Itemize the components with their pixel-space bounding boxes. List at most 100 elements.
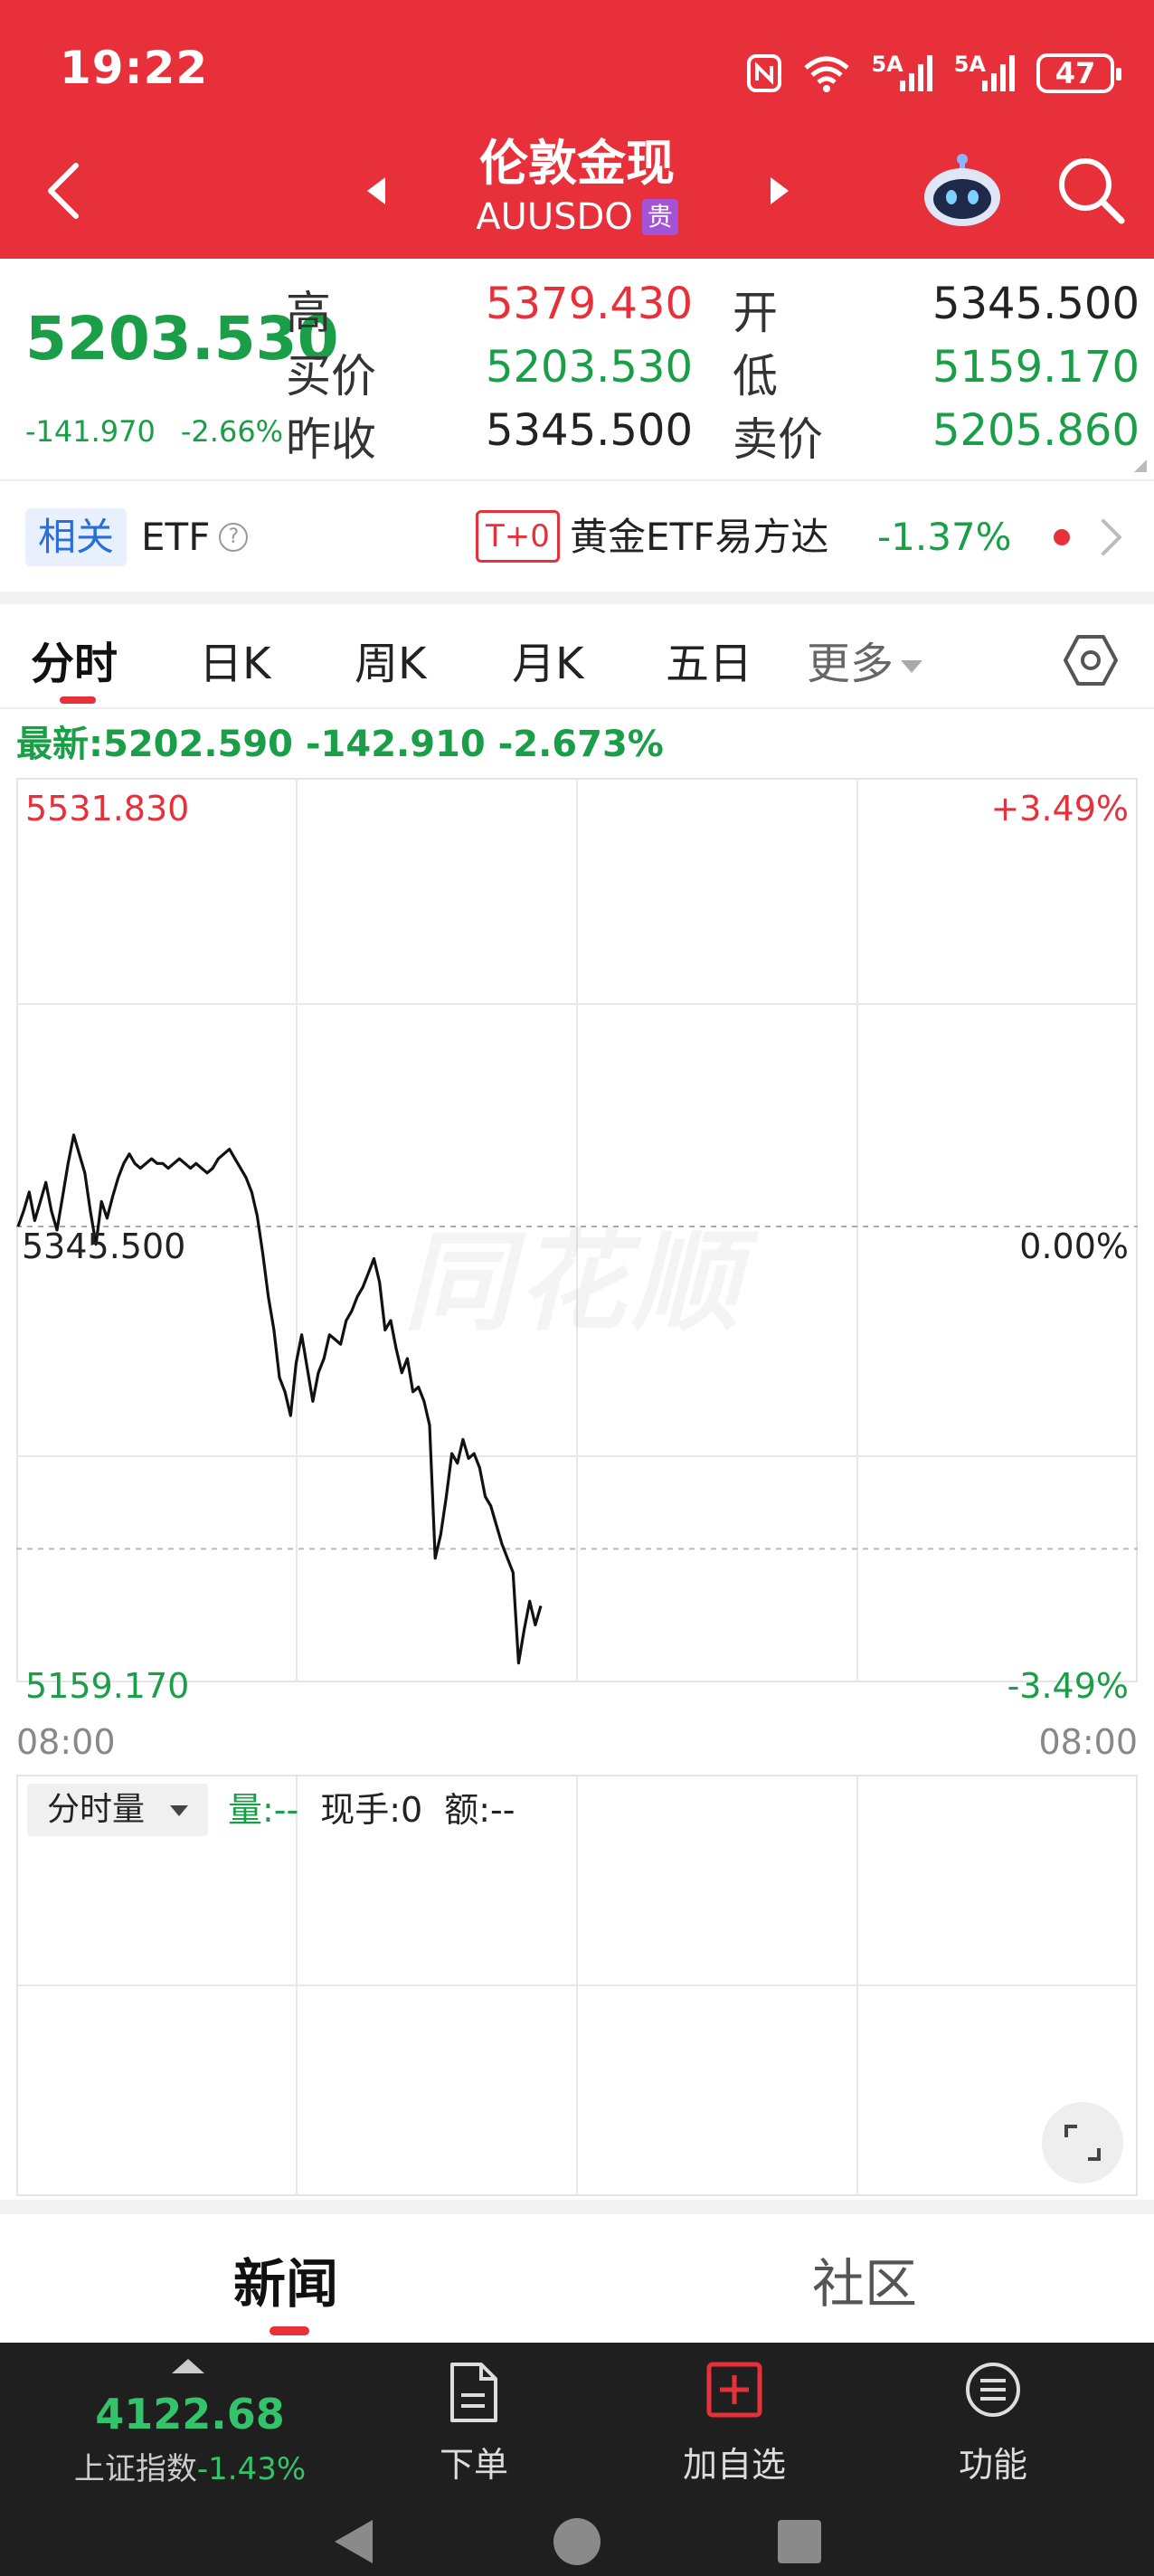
volume-indicator-select[interactable]: 分时量 [27, 1784, 208, 1836]
current-hand-value: 现手:0 [320, 1790, 423, 1830]
dropdown-arrow-icon [170, 1805, 188, 1816]
y-axis-min: 5159.170 [25, 1666, 190, 1706]
document-icon [450, 2363, 497, 2422]
battery-icon: 47 [1036, 53, 1121, 93]
nav-back-icon[interactable] [335, 2520, 373, 2563]
amount-value: 额:-- [444, 1790, 516, 1830]
label-ask: 卖价 [733, 413, 823, 466]
volume-indicator-label: 分时量 [47, 1791, 146, 1828]
value-bid: 5203.530 [485, 342, 693, 393]
volume-value: 量:-- [228, 1790, 299, 1830]
label-bid: 买价 [286, 350, 376, 402]
status-icons: 5A 5A 47 [746, 51, 1121, 96]
add-watchlist-button[interactable]: 加自选 [662, 2361, 807, 2485]
bottom-dock: 4122.68 上证指数-1.43% 下单 加自选 功能 [0, 2343, 1154, 2576]
ai-assistant-button[interactable] [919, 150, 1006, 230]
expand-up-icon [172, 2359, 204, 2373]
prev-instrument-button[interactable] [358, 168, 394, 213]
index-change: -1.43% [196, 2451, 307, 2487]
network-type-1: 5A [871, 52, 903, 77]
pct-axis-max: +3.49% [990, 789, 1129, 829]
wifi-icon [802, 53, 851, 93]
help-icon[interactable]: ? [219, 523, 249, 552]
tab-weekly-k[interactable]: 周K [355, 628, 426, 691]
latest-price-line: 最新:5202.590 -142.910 -2.673% [16, 724, 664, 765]
signal-icon-1: 5A [871, 52, 933, 93]
related-row[interactable]: 相关 ETF ? T+0 黄金ETF易方达 -1.37% [0, 483, 1154, 592]
change-value: -141.970 [25, 414, 156, 449]
price-change: -141.970 -2.66% [25, 414, 283, 449]
network-type-2: 5A [953, 52, 986, 77]
back-button[interactable] [36, 159, 90, 223]
notification-dot-icon [1054, 529, 1070, 545]
y-axis-max: 5531.830 [25, 789, 190, 829]
tab-more-label: 更多 [807, 639, 894, 689]
etf-filter[interactable]: ETF ? [141, 508, 249, 566]
search-icon [1059, 158, 1125, 224]
time-axis-start: 08:00 [16, 1722, 116, 1762]
separator [0, 592, 1154, 604]
tab-intraday[interactable]: 分时 [31, 628, 118, 691]
value-prev-close: 5345.500 [485, 405, 693, 456]
battery-level: 47 [1055, 56, 1096, 90]
period-tabs: 分时 日K 周K 月K 五日 更多 [0, 604, 1154, 709]
chevron-left-icon [48, 163, 79, 219]
fullscreen-button[interactable] [1042, 2102, 1123, 2183]
tab-five-day[interactable]: 五日 [666, 628, 752, 691]
nav-recents-icon[interactable] [778, 2520, 821, 2563]
etf-name[interactable]: 黄金ETF易方达 [570, 508, 828, 566]
next-instrument-button[interactable] [761, 168, 798, 213]
dropdown-arrow-icon [901, 660, 923, 673]
watermark: 同花顺 [403, 1194, 745, 1351]
triangle-left-icon [367, 177, 385, 204]
pct-axis-min: -3.49% [1007, 1666, 1129, 1706]
fullscreen-icon [1064, 2125, 1101, 2161]
volume-chart[interactable] [16, 1775, 1138, 2196]
label-prev-close: 昨收 [286, 413, 376, 466]
chevron-right-icon[interactable] [1098, 517, 1125, 557]
etf-label: ETF [141, 515, 211, 559]
value-high: 5379.430 [485, 279, 693, 329]
quote-panel: 5203.530 -141.970 -2.66% 高 5379.430 开 53… [0, 259, 1154, 481]
instrument-code-row: AUUSDO 贵 [476, 194, 678, 241]
functions-button[interactable]: 功能 [921, 2361, 1065, 2485]
separator [0, 2200, 1154, 2214]
place-order-button[interactable]: 下单 [402, 2361, 546, 2485]
functions-label: 功能 [958, 2445, 1027, 2485]
instrument-name: 伦敦金现 [479, 135, 675, 192]
value-ask: 5205.860 [932, 405, 1140, 456]
index-name: 上证指数 [73, 2451, 197, 2487]
nav-home-icon[interactable] [553, 2518, 601, 2565]
chart-settings-icon[interactable] [1062, 631, 1120, 689]
add-watchlist-label: 加自选 [682, 2445, 786, 2485]
instrument-code: AUUSDO [476, 196, 633, 238]
expand-quote-corner[interactable] [1134, 459, 1147, 472]
label-open: 开 [733, 287, 778, 339]
t0-badge: T+0 [476, 510, 560, 563]
instrument-title: 伦敦金现 AUUSDO 贵 [398, 134, 756, 241]
time-axis-end: 08:00 [1038, 1722, 1138, 1762]
tab-more[interactable]: 更多 [807, 628, 923, 691]
tab-monthly-k[interactable]: 月K [512, 628, 583, 691]
related-tag: 相关 [25, 508, 128, 566]
etf-change: -1.37% [877, 515, 1012, 559]
news-tabs: 新闻 社区 [0, 2214, 1154, 2343]
tab-community[interactable]: 社区 [812, 2241, 917, 2317]
active-tab-indicator [60, 696, 96, 704]
active-news-tab-indicator [270, 2326, 309, 2335]
tab-daily-k[interactable]: 日K [199, 628, 270, 691]
add-square-icon [706, 2362, 762, 2418]
robot-icon [924, 154, 1000, 226]
index-name-row: 上证指数-1.43% [0, 2444, 380, 2488]
search-button[interactable] [1055, 154, 1127, 226]
market-index-widget[interactable]: 4122.68 上证指数-1.43% [0, 2343, 380, 2487]
tab-news[interactable]: 新闻 [233, 2241, 338, 2317]
system-nav-bar [335, 2518, 821, 2565]
volume-info: 量:-- 现手:0 额:-- [228, 1784, 515, 1836]
label-high: 高 [286, 287, 331, 339]
status-time: 19:22 [60, 42, 209, 94]
signal-icon-2: 5A [953, 52, 1017, 93]
menu-circle-icon [966, 2363, 1020, 2417]
index-value: 4122.68 [95, 2390, 285, 2439]
value-low: 5159.170 [932, 342, 1140, 393]
